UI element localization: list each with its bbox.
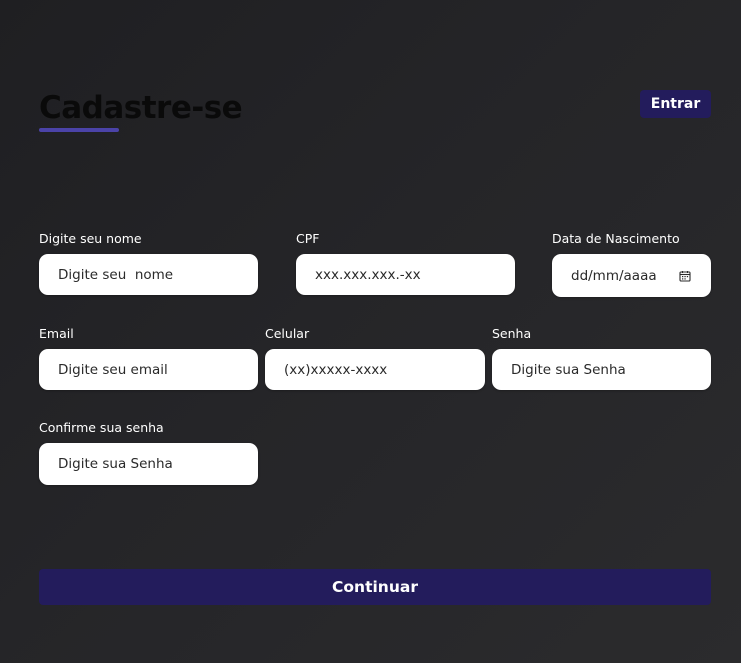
title-underline (39, 128, 119, 132)
password-label: Senha (492, 326, 532, 341)
login-button[interactable]: Entrar (640, 90, 711, 118)
birthdate-label: Data de Nascimento (552, 231, 680, 246)
cpf-input[interactable]: xxx.xxx.xxx.-xx (296, 254, 515, 295)
name-input[interactable]: Digite seu nome (39, 254, 258, 295)
password-input[interactable]: Digite sua Senha (492, 349, 711, 390)
confirm-password-input[interactable]: Digite sua Senha (39, 443, 258, 485)
name-field-group: Digite seu nome Digite seu nome (39, 231, 258, 296)
confirm-password-field-group: Confirme sua senha Digite sua Senha (39, 420, 258, 485)
phone-input[interactable]: (xx)xxxxx-xxxx (265, 349, 485, 390)
page-title: Cadastre-se (39, 90, 243, 126)
calendar-icon[interactable] (679, 270, 691, 282)
email-field-group: Email Digite seu email (39, 326, 258, 391)
password-field-group: Senha Digite sua Senha (492, 326, 711, 391)
continue-button[interactable]: Continuar (39, 569, 711, 605)
name-label: Digite seu nome (39, 231, 142, 246)
birthdate-placeholder: dd/mm/aaaa (571, 267, 657, 284)
email-input[interactable]: Digite seu email (39, 349, 258, 390)
cpf-field-group: CPF xxx.xxx.xxx.-xx (296, 231, 515, 296)
cpf-label: CPF (296, 231, 320, 246)
email-label: Email (39, 326, 74, 341)
birthdate-input[interactable]: dd/mm/aaaa (552, 254, 711, 297)
confirm-password-label: Confirme sua senha (39, 420, 164, 435)
phone-field-group: Celular (xx)xxxxx-xxxx (265, 326, 485, 391)
birthdate-field-group: Data de Nascimento dd/mm/aaaa (552, 231, 711, 298)
phone-label: Celular (265, 326, 310, 341)
